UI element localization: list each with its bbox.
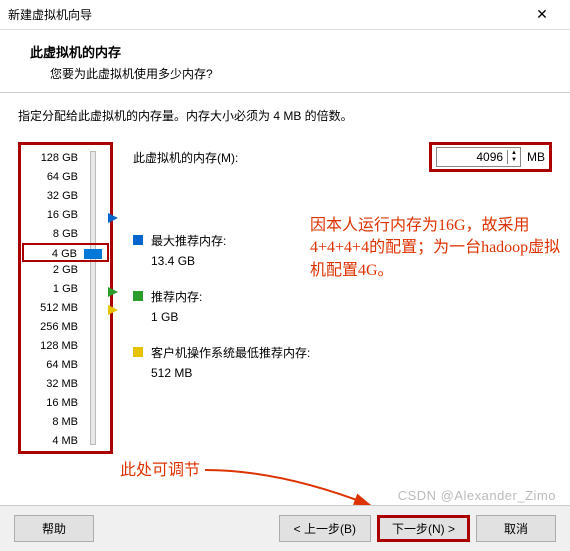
tick-16mb: 16 MB [23,394,108,413]
tick-8mb: 8 MB [23,413,108,432]
min-recommendation: 客户机操作系统最低推荐内存: 512 MB [133,344,552,382]
max-marker-icon [108,213,118,223]
titlebar: 新建虚拟机向导 ✕ [0,0,570,30]
tick-128mb: 128 MB [23,337,108,356]
annotation-adjust: 此处可调节 [120,460,200,482]
wizard-header: 此虚拟机的内存 您要为此虚拟机使用多少内存? [0,30,570,93]
memory-input[interactable]: ▲ ▼ [436,147,521,167]
memory-label: 此虚拟机的内存(M): [133,149,429,166]
next-button[interactable]: 下一步(N) > [377,515,470,542]
max-rec-label: 最大推荐内存: [151,232,226,250]
tick-2gb: 2 GB [23,261,108,280]
tick-4mb: 4 MB [23,432,108,451]
watermark: CSDN @Alexander_Zimo [398,488,556,503]
green-square-icon [133,291,143,301]
footer: 帮助 < 上一步(B) 下一步(N) > 取消 [0,505,570,551]
spin-up-icon[interactable]: ▲ [508,150,520,157]
annotation-config: 因本人运行内存为16G，故采用4+4+4+4的配置；为一台hadoop虚拟机配置… [310,215,570,282]
help-button[interactable]: 帮助 [14,515,94,542]
recommendation: 推荐内存: 1 GB [133,288,552,326]
tick-1gb: 1 GB [23,280,108,299]
tick-256mb: 256 MB [23,318,108,337]
min-rec-value: 512 MB [151,364,310,382]
window-title: 新建虚拟机向导 [8,6,522,23]
back-button[interactable]: < 上一步(B) [279,515,371,542]
memory-slider-column: 128 GB 64 GB 32 GB 16 GB 8 GB 4 GB 2 GB … [18,142,113,454]
min-rec-label: 客户机操作系统最低推荐内存: [151,344,310,362]
page-subtitle: 您要为此虚拟机使用多少内存? [50,65,540,82]
slider-thumb[interactable] [84,249,102,259]
memory-field[interactable] [437,148,507,166]
memory-input-highlight: ▲ ▼ MB [429,142,552,172]
yellow-square-icon [133,347,143,357]
instruction-text: 指定分配给此虚拟机的内存量。内存大小必须为 4 MB 的倍数。 [18,107,552,124]
arrow-icon [200,460,400,510]
memory-details: 此虚拟机的内存(M): ▲ ▼ MB 最大推荐内存: [133,142,552,454]
rec-marker-icon [108,287,118,297]
tick-512mb: 512 MB [23,299,108,318]
tick-32mb: 32 MB [23,375,108,394]
memory-spinner[interactable]: ▲ ▼ [507,150,520,164]
tick-64mb: 64 MB [23,356,108,375]
max-rec-value: 13.4 GB [151,252,226,270]
spin-down-icon[interactable]: ▼ [508,157,520,164]
blue-square-icon [133,235,143,245]
rec-label: 推荐内存: [151,288,202,306]
tick-64gb: 64 GB [23,168,108,187]
slider-ticks: 128 GB 64 GB 32 GB 16 GB 8 GB 4 GB 2 GB … [23,149,108,451]
tick-32gb: 32 GB [23,187,108,206]
tick-128gb: 128 GB [23,149,108,168]
close-icon[interactable]: ✕ [522,6,562,23]
rec-value: 1 GB [151,308,202,326]
page-title: 此虚拟机的内存 [30,42,540,61]
memory-unit: MB [527,150,545,164]
tick-8gb: 8 GB [23,225,108,244]
memory-slider[interactable]: 128 GB 64 GB 32 GB 16 GB 8 GB 4 GB 2 GB … [18,142,113,454]
min-marker-icon [108,305,118,315]
tick-16gb: 16 GB [23,206,108,225]
cancel-button[interactable]: 取消 [476,515,556,542]
